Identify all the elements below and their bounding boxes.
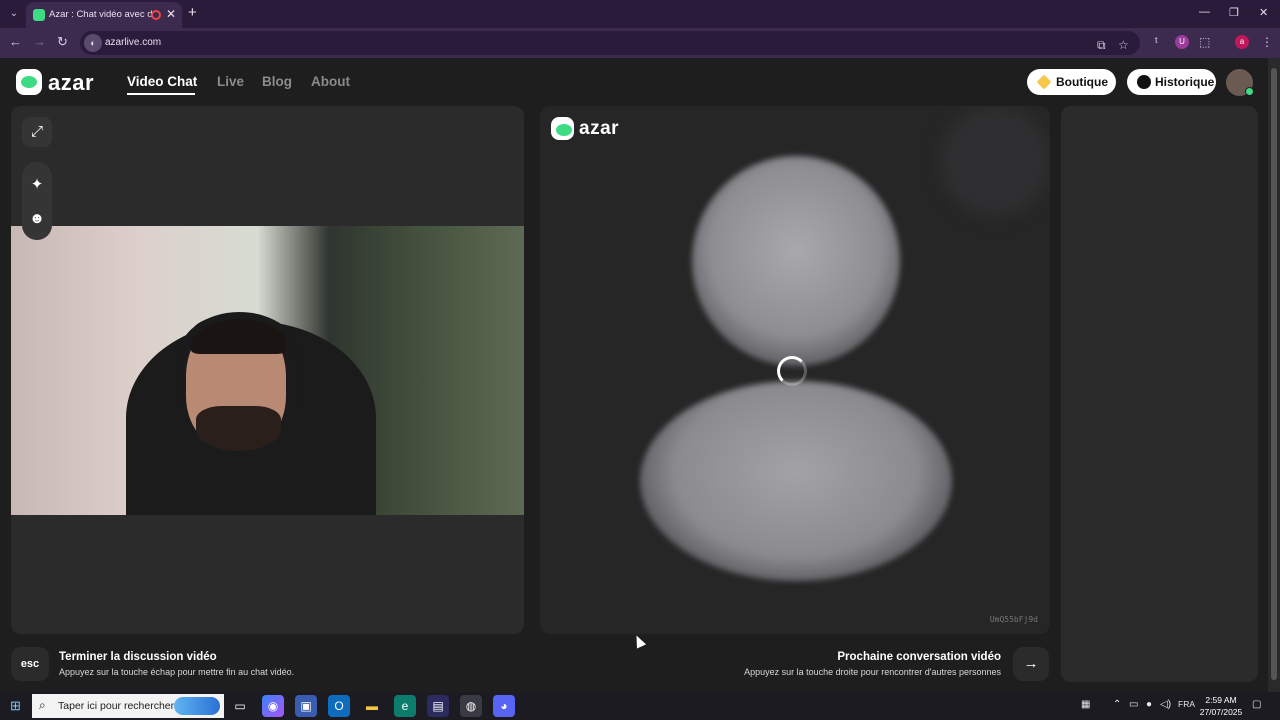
nav-live[interactable]: Live <box>217 74 244 89</box>
back-icon[interactable]: ← <box>9 34 22 49</box>
camera-person-headset <box>177 312 302 407</box>
site-info-icon[interactable]: ◐ <box>84 34 102 52</box>
mouse-cursor-icon <box>631 633 647 649</box>
camera-person-beard <box>196 406 281 451</box>
bookmark-star-icon[interactable]: ☆ <box>1118 38 1129 52</box>
esc-key-button[interactable]: esc <box>11 647 49 681</box>
search-placeholder: Taper ici pour rechercher <box>58 700 175 712</box>
boutique-button[interactable]: Boutique <box>1027 69 1116 95</box>
end-chat-hint: Appuyez sur la touche échap pour mettre … <box>59 667 295 677</box>
address-bar[interactable]: ◐ azarlive.com ⧉ ☆ <box>80 31 1140 55</box>
discord-icon[interactable]: ◕ <box>493 695 515 717</box>
sparkle-effects-icon[interactable]: ✦ <box>22 170 52 200</box>
azar-logo-icon <box>16 69 42 95</box>
effects-toolbar: ✦ ☻ <box>22 162 52 240</box>
partner-logo-icon <box>551 117 574 140</box>
restore-button[interactable]: ❐ <box>1229 6 1239 19</box>
next-chat-button[interactable]: → <box>1013 647 1049 681</box>
browser-tab[interactable]: Azar : Chat vidéo avec de n ✕ <box>26 2 182 28</box>
gem-icon <box>1036 74 1052 90</box>
clock-icon <box>1137 75 1151 89</box>
url-text: azarlive.com <box>105 37 162 48</box>
taskbar-clock[interactable]: 2:59 AM 27/07/2025 <box>1196 694 1246 718</box>
app-window-icon[interactable]: ▤ <box>427 695 449 717</box>
windows-start-icon[interactable]: ⊞ <box>10 699 24 713</box>
end-chat-title: Terminer la discussion vidéo <box>59 651 217 663</box>
network-icon[interactable]: ▭ <box>1129 699 1138 710</box>
close-window-button[interactable]: ✕ <box>1259 6 1268 19</box>
windows-taskbar: ⊞ ⌕ Taper ici pour rechercher ▭ ◉ ▣ O ▬ … <box>0 692 1280 720</box>
search-highlight-image <box>174 697 220 715</box>
tab-title: Azar : Chat vidéo avec de n <box>49 9 153 20</box>
user-avatar[interactable] <box>1226 69 1254 96</box>
minimize-button[interactable]: — <box>1199 6 1210 18</box>
extensions-puzzle-icon[interactable]: ⬚ <box>1199 35 1210 49</box>
side-panel <box>1061 106 1258 682</box>
file-explorer-icon[interactable]: ▬ <box>361 695 383 717</box>
taskbar-search-box[interactable]: ⌕ Taper ici pour rechercher <box>32 694 224 718</box>
peer-id: UmQ55bFj9d <box>989 615 1038 624</box>
extension-t-icon[interactable]: t <box>1155 35 1158 45</box>
extension-u-icon[interactable]: U <box>1175 35 1189 49</box>
browser-menu-icon[interactable]: ⋮ <box>1261 35 1273 49</box>
tab-close-icon[interactable]: ✕ <box>166 7 176 21</box>
next-chat-hint: Appuyez sur la touche droite pour rencon… <box>744 667 1001 677</box>
edge-icon[interactable]: e <box>394 695 416 717</box>
historique-label: Historique <box>1155 75 1215 89</box>
notifications-icon[interactable]: ▢ <box>1252 699 1261 710</box>
task-view-icon[interactable]: ▭ <box>229 695 251 717</box>
nav-about[interactable]: About <box>311 74 350 89</box>
blurred-background-shape <box>940 106 1050 216</box>
loading-spinner-icon <box>777 356 807 386</box>
profile-avatar[interactable]: a <box>1235 35 1249 49</box>
nav-video-chat[interactable]: Video Chat <box>127 74 197 89</box>
scroll-thumb[interactable] <box>1271 68 1277 680</box>
chrome-icon[interactable]: ◍ <box>460 695 482 717</box>
copilot-icon[interactable]: ◉ <box>262 695 284 717</box>
placeholder-body-shape <box>640 381 952 581</box>
face-filter-icon[interactable]: ☻ <box>22 204 52 234</box>
volume-icon[interactable]: ◁) <box>1160 699 1171 710</box>
historique-button[interactable]: Historique <box>1127 69 1216 95</box>
expand-icon[interactable]: ⤢ <box>22 117 52 147</box>
tray-overflow-icon[interactable]: ⌃ <box>1113 699 1121 710</box>
reload-icon[interactable]: ↻ <box>57 34 68 50</box>
partner-logo-text: azar <box>579 118 620 139</box>
azar-favicon-icon <box>33 9 45 21</box>
online-status-dot <box>1245 87 1254 96</box>
partner-video-panel: azar UmQ55bFj9d <box>540 106 1050 634</box>
my-camera-panel: ⤢ ✦ ☻ <box>11 106 524 634</box>
new-tab-button[interactable]: + <box>188 4 197 21</box>
azar-page: azar Video Chat Live Blog About Boutique… <box>0 58 1268 692</box>
page-scrollbar[interactable] <box>1268 58 1280 692</box>
placeholder-head-shape <box>692 156 900 366</box>
clock-date: 27/07/2025 <box>1199 707 1243 717</box>
logo-text: azar <box>48 70 95 95</box>
install-app-icon[interactable]: ⧉ <box>1097 38 1106 53</box>
recording-icon <box>151 10 161 20</box>
outlook-icon[interactable]: O <box>328 695 350 717</box>
store-icon[interactable]: ▣ <box>295 695 317 717</box>
forward-icon[interactable]: → <box>33 34 46 49</box>
clock-time: 2:59 AM <box>1205 695 1237 705</box>
search-icon: ⌕ <box>39 698 46 712</box>
keyboard-layout-icon[interactable]: ▦ <box>1081 699 1090 710</box>
nav-blog[interactable]: Blog <box>262 74 292 89</box>
boutique-label: Boutique <box>1056 75 1108 89</box>
tab-search-icon[interactable]: ⌄ <box>6 6 22 22</box>
language-indicator[interactable]: FRA <box>1178 699 1195 709</box>
next-chat-title: Prochaine conversation vidéo <box>837 651 1001 663</box>
browser-toolbar: ← → ↻ ◐ azarlive.com ⧉ ☆ t U ⬚ a ⋮ <box>0 28 1280 58</box>
my-camera-video <box>11 226 524 515</box>
browser-tabbar: ⌄ Azar : Chat vidéo avec de n ✕ + — ❐ ✕ <box>0 0 1280 28</box>
nav-active-underline <box>127 93 195 95</box>
microphone-icon[interactable]: ● <box>1146 699 1152 710</box>
